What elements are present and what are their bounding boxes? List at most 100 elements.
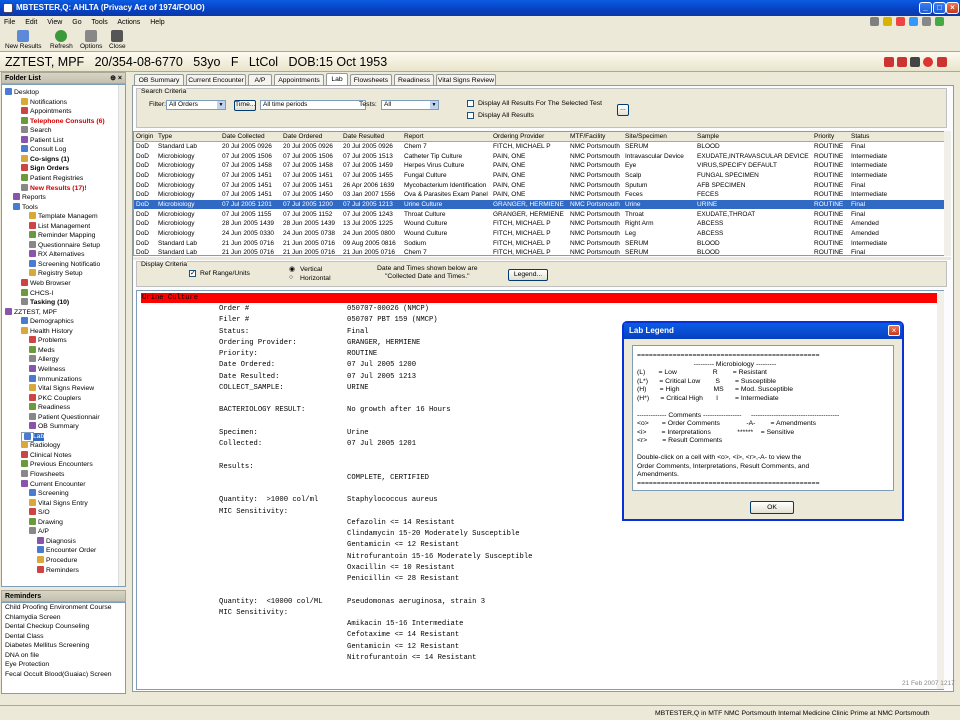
- folder-item[interactable]: Encounter Order: [37, 546, 96, 556]
- folder-item[interactable]: Meds: [29, 345, 55, 356]
- folder-item[interactable]: Reports: [13, 193, 46, 203]
- reminder-item[interactable]: Dental Class: [2, 632, 125, 642]
- folder-item[interactable]: Search: [21, 126, 52, 136]
- reminder-item[interactable]: Diabetes Mellitus Screening: [2, 641, 125, 651]
- folder-item[interactable]: S/O: [29, 508, 50, 518]
- minimize-icon[interactable]: _: [919, 2, 932, 14]
- table-row[interactable]: DoD Microbiology 07 Jul 2005 1155 07 Jul 20…: [134, 210, 944, 220]
- folder-item[interactable]: Notifications: [21, 97, 67, 108]
- folder-item[interactable]: Radiology: [21, 441, 60, 451]
- menu-file[interactable]: File: [4, 19, 15, 26]
- folder-item[interactable]: Telephone Consults (6): [21, 116, 105, 127]
- folder-item[interactable]: Previous Encounters: [21, 460, 93, 470]
- folder-item[interactable]: Desktop: [5, 88, 39, 98]
- table-row[interactable]: DoD Microbiology 07 Jul 2005 1458 07 Jul 20…: [134, 161, 944, 171]
- filter-select[interactable]: All Orders ▼: [166, 100, 226, 110]
- menu-view[interactable]: View: [47, 19, 62, 26]
- folder-item[interactable]: Drawing: [29, 517, 63, 528]
- maximize-icon[interactable]: □: [933, 2, 946, 14]
- reminder-item[interactable]: Fecal Occult Blood(Guaiac) Screen: [2, 670, 125, 680]
- user-icon[interactable]: [870, 17, 879, 26]
- folder-item[interactable]: Co-signs (1): [21, 154, 69, 165]
- vertical-radio[interactable]: ◉: [289, 265, 295, 273]
- results-grid-scrollbar[interactable]: [944, 131, 951, 256]
- table-row[interactable]: DoD Microbiology 24 Jun 2005 0330 24 Jun 20…: [134, 229, 944, 239]
- folder-item[interactable]: ZZTEST, MPF: [5, 307, 57, 318]
- column-header[interactable]: Report: [404, 132, 492, 142]
- folder-item[interactable]: Vital Signs Entry: [29, 498, 88, 509]
- menu-go[interactable]: Go: [72, 19, 81, 26]
- folder-item[interactable]: List Management: [29, 221, 90, 232]
- window-title-bar[interactable]: MBTESTER,Q: AHLTA (Privacy Act of 1974/F…: [0, 0, 960, 16]
- close-icon[interactable]: ×: [946, 2, 959, 14]
- reminder-item[interactable]: Eye Protection: [2, 660, 125, 670]
- folder-tree[interactable]: Desktop Notifications Appointments Telephon…: [1, 84, 126, 587]
- folder-tree-scrollbar[interactable]: [118, 85, 125, 586]
- folder-item[interactable]: Vital Signs Review: [29, 384, 94, 394]
- menu-actions[interactable]: Actions: [117, 19, 140, 26]
- folder-item[interactable]: Questionnaire Setup: [29, 240, 100, 251]
- tab-a-p[interactable]: A/P: [248, 74, 272, 85]
- time-button[interactable]: Time...: [234, 100, 256, 111]
- folder-item[interactable]: Template Managem: [29, 212, 98, 222]
- table-row[interactable]: DoD Microbiology 07 Jul 2005 1201 07 Jul 20…: [134, 199, 944, 210]
- reminder-item[interactable]: Chlamydia Screen: [2, 613, 125, 623]
- folder-item[interactable]: Diagnosis: [37, 536, 76, 547]
- folder-item[interactable]: Screening Notificatio: [29, 259, 100, 270]
- tab-appointments[interactable]: Appointments: [274, 74, 324, 85]
- column-header[interactable]: Type: [158, 132, 222, 142]
- tab-flowsheets[interactable]: Flowsheets: [350, 74, 392, 85]
- folder-item[interactable]: Tools: [13, 202, 38, 213]
- time-period-field[interactable]: All time periods: [260, 100, 366, 110]
- folder-item[interactable]: Flowsheets: [21, 470, 64, 480]
- help-icon[interactable]: [908, 17, 918, 26]
- column-header[interactable]: Site/Specimen: [625, 132, 697, 142]
- folder-item[interactable]: Allergy: [29, 355, 59, 365]
- folder-item[interactable]: New Results (17)!: [21, 183, 87, 194]
- folder-item[interactable]: CHCS-I: [21, 288, 53, 299]
- folder-item[interactable]: Wellness: [29, 364, 65, 375]
- more-button[interactable]: ...: [617, 104, 629, 116]
- menu-help[interactable]: Help: [150, 19, 164, 26]
- column-header[interactable]: Status: [851, 132, 911, 142]
- legend-button[interactable]: Legend...: [508, 269, 548, 281]
- folder-item[interactable]: Reminders: [37, 565, 79, 576]
- tab-ob-summary[interactable]: OB Summary: [134, 74, 184, 85]
- reminder-item[interactable]: Dental Checkup Counseling: [2, 622, 125, 632]
- table-row[interactable]: DoD Microbiology 07 Jul 2005 1451 07 Jul 20…: [134, 171, 944, 181]
- tab-readiness[interactable]: Readiness: [394, 74, 434, 85]
- folder-item[interactable]: A/P: [29, 527, 49, 537]
- folder-item[interactable]: OB Summary: [29, 422, 79, 432]
- table-row[interactable]: DoD Standard Lab 21 Jun 2005 0716 21 Jun 20…: [134, 239, 944, 249]
- results-grid[interactable]: Origin Type Date Collected Date Ordered Date…: [133, 131, 951, 256]
- folder-item[interactable]: Patient Questionnair: [29, 412, 100, 423]
- folder-item[interactable]: Consult Log: [21, 145, 66, 155]
- horizontal-radio[interactable]: ○: [289, 274, 293, 281]
- splitter[interactable]: [133, 257, 951, 260]
- column-header[interactable]: Ordering Provider: [493, 132, 569, 142]
- folder-item[interactable]: Patient List: [21, 135, 64, 146]
- column-header[interactable]: Date Ordered: [283, 132, 343, 142]
- column-header[interactable]: Date Collected: [222, 132, 282, 142]
- stop-icon[interactable]: [923, 57, 933, 67]
- table-row[interactable]: DoD Microbiology 07 Jul 2005 1451 07 Jul 20…: [134, 190, 944, 200]
- user-lock-icon[interactable]: [937, 57, 947, 67]
- folder-item[interactable]: PKC Couplers: [29, 393, 81, 404]
- folder-item[interactable]: Problems: [29, 336, 67, 346]
- column-header[interactable]: Date Resulted: [343, 132, 403, 142]
- folder-item[interactable]: Clinical Notes: [21, 450, 72, 461]
- folder-item[interactable]: RX Alternatives: [29, 250, 84, 260]
- display-all-checkbox[interactable]: [467, 112, 474, 119]
- table-row[interactable]: DoD Microbiology 07 Jul 2005 1451 07 Jul 20…: [134, 181, 944, 191]
- alert-icon[interactable]: [882, 17, 892, 26]
- folder-item[interactable]: Patient Registries: [21, 173, 83, 184]
- folder-item[interactable]: Tasking (10): [21, 298, 69, 308]
- options-button[interactable]: Options: [80, 30, 102, 50]
- tab-vital-signs-review[interactable]: Vital Signs Review: [436, 74, 496, 85]
- folder-item[interactable]: Lab: [21, 431, 45, 442]
- folder-item[interactable]: Web Browser: [21, 279, 71, 289]
- table-row[interactable]: DoD Microbiology 07 Jul 2005 1506 07 Jul 20…: [134, 152, 944, 162]
- folder-item[interactable]: Demographics: [21, 317, 74, 327]
- lock-icon[interactable]: [921, 17, 931, 26]
- menu-tools[interactable]: Tools: [91, 19, 107, 26]
